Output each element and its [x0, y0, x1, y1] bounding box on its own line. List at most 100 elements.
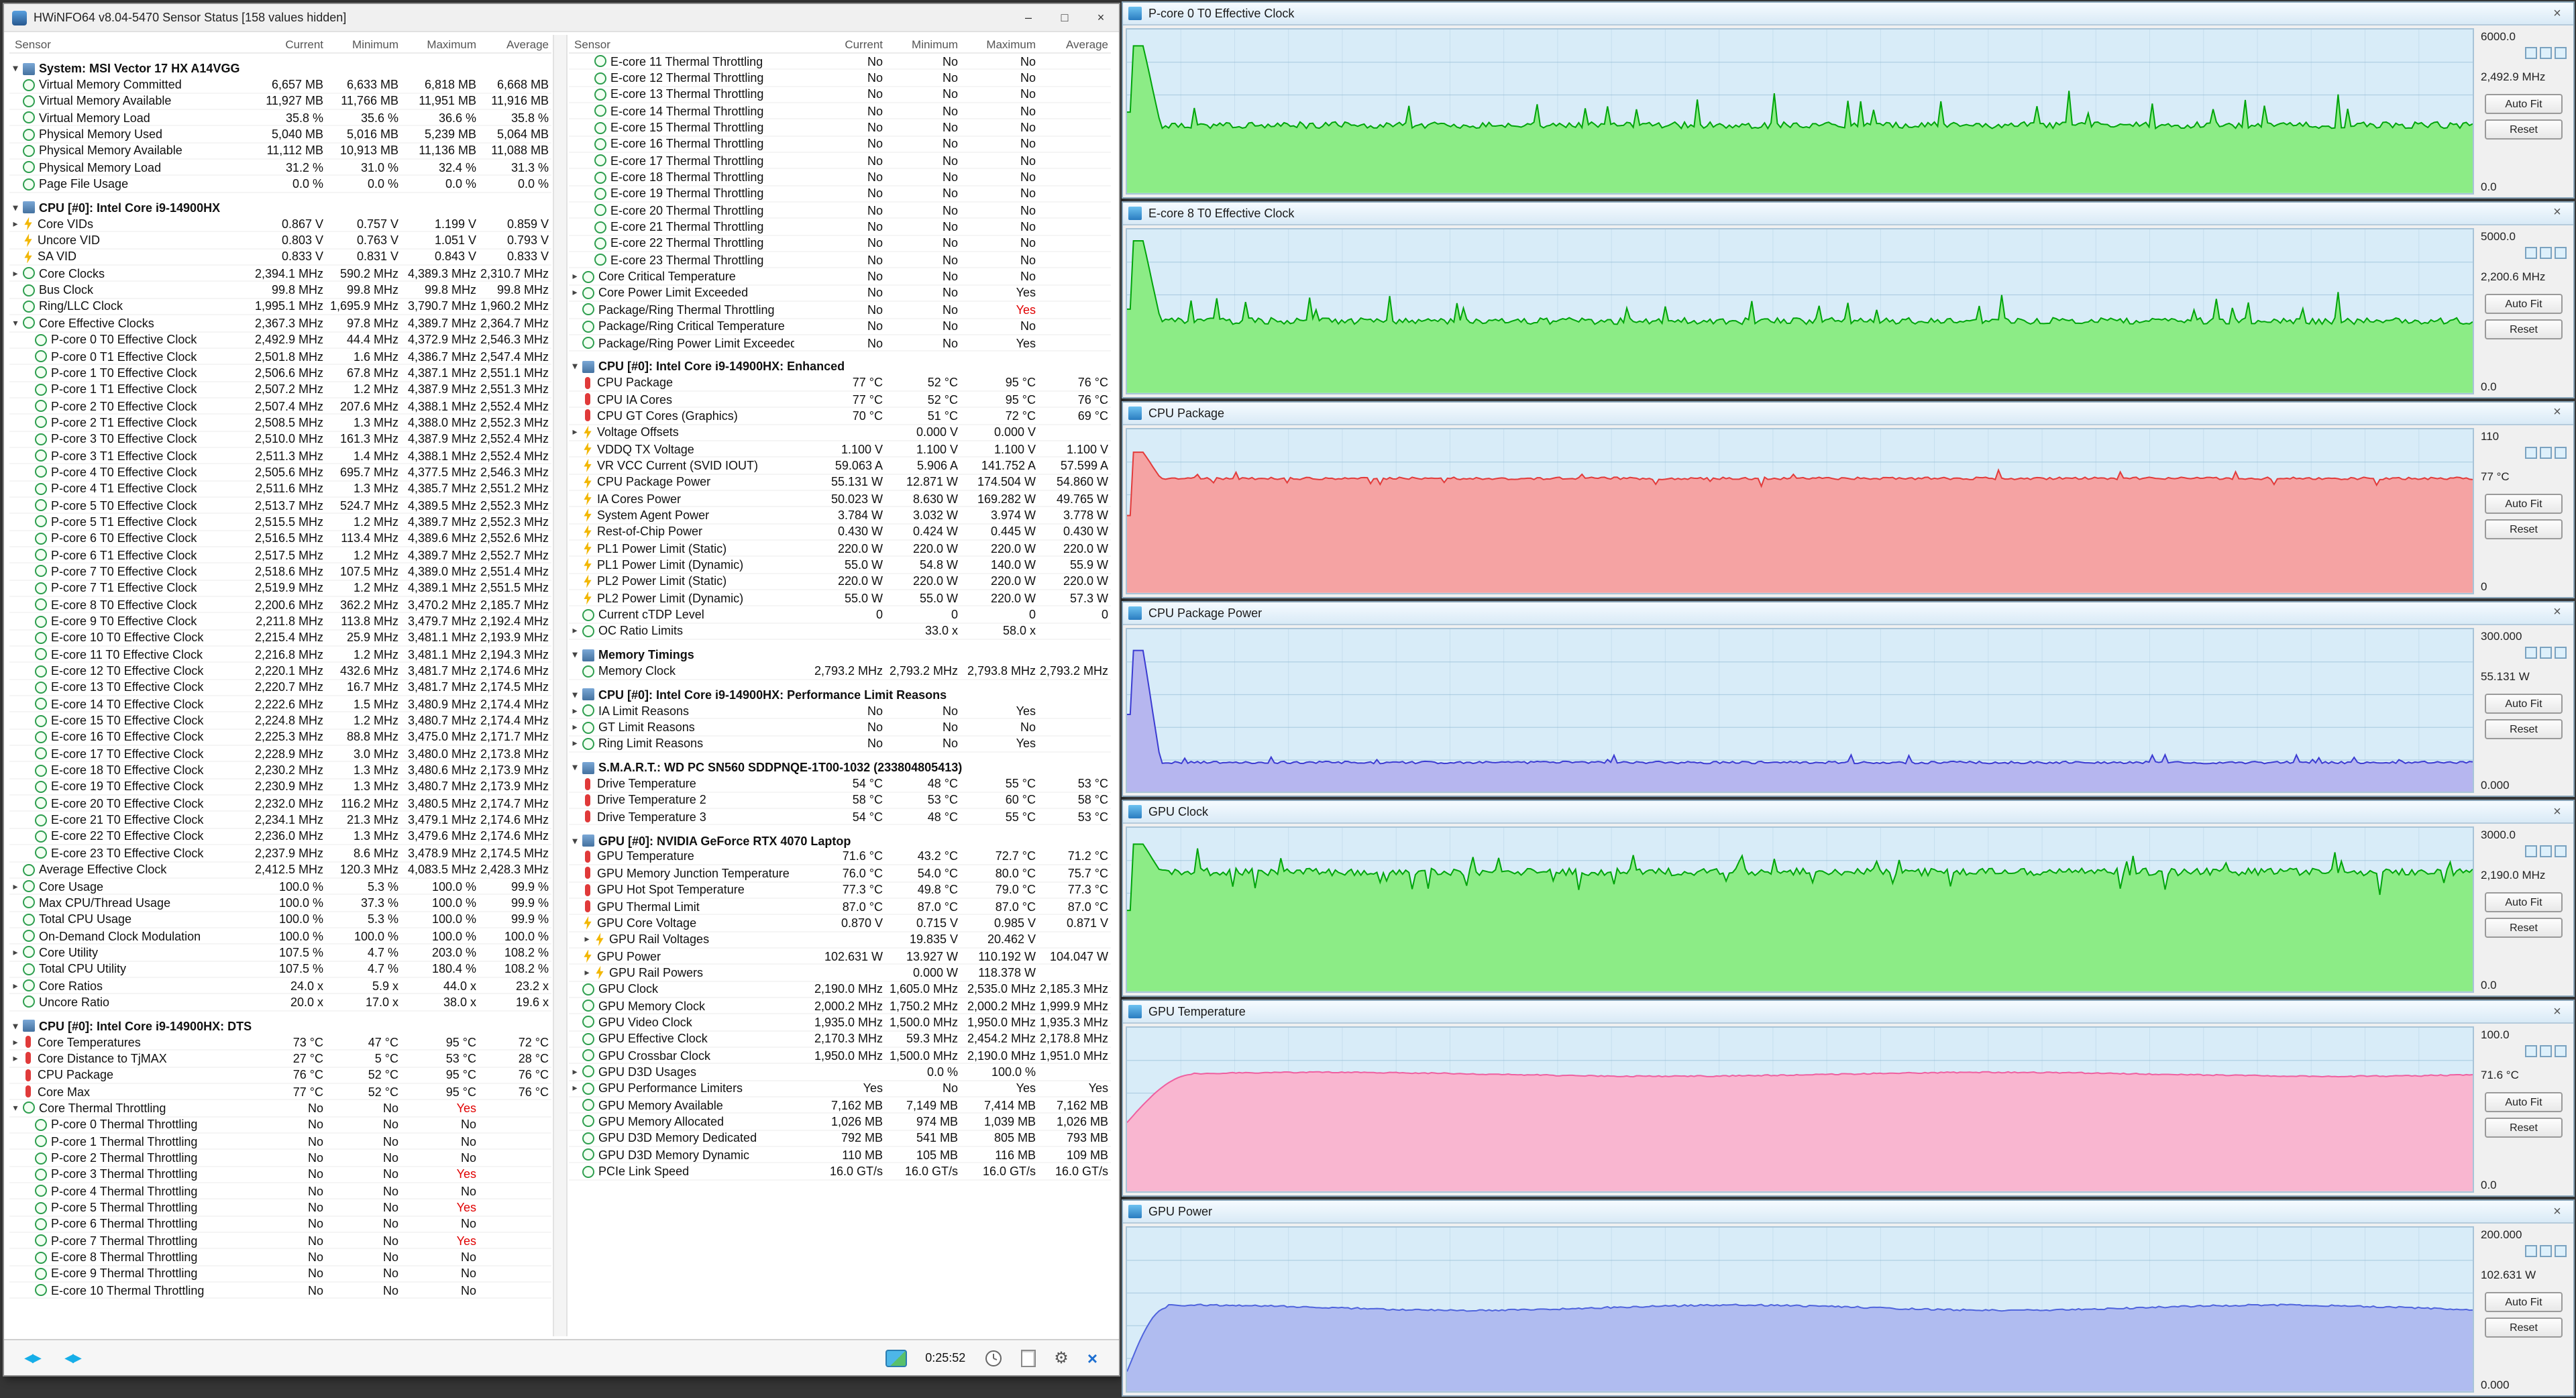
sensor-row[interactable]: E-core 13 T0 Effective Clock 2,220.7 MHz 1…: [9, 680, 551, 697]
sensor-row[interactable]: E-core 9 Thermal Throttling No No No: [9, 1267, 551, 1283]
expand-icon[interactable]: ▸: [569, 739, 581, 749]
sensor-row[interactable]: On-Demand Clock Modulation 100.0 % 100.0 %…: [9, 928, 551, 945]
sensor-row[interactable]: E-core 13 Thermal Throttling No No No: [569, 87, 1111, 104]
sensor-row[interactable]: ▸ Core Temperatures 73 °C 47 °C 95 °C 72 °C: [9, 1034, 551, 1051]
sensor-row[interactable]: E-core 10 T0 Effective Clock 2,215.4 MHz 2…: [9, 630, 551, 647]
sensor-row[interactable]: E-core 17 Thermal Throttling No No No: [569, 153, 1111, 170]
reset-button[interactable]: Reset: [2485, 718, 2563, 739]
auto-fit-button[interactable]: Auto Fit: [2485, 693, 2563, 714]
graph-close-icon[interactable]: ×: [2546, 1204, 2568, 1219]
sensor-row[interactable]: Virtual Memory Available 11,927 MB 11,766 …: [9, 93, 551, 111]
reset-button[interactable]: Reset: [2485, 1318, 2563, 1338]
panel-scrollbar[interactable]: [553, 35, 568, 1336]
sensor-row[interactable]: E-core 15 Thermal Throttling No No No: [569, 120, 1111, 137]
sensor-row[interactable]: PL2 Power Limit (Dynamic) 55.0 W 55.0 W 220…: [569, 590, 1111, 607]
sensor-row[interactable]: P-core 1 T0 Effective Clock 2,506.6 MHz 67…: [9, 365, 551, 382]
reset-button[interactable]: Reset: [2485, 918, 2563, 938]
sensor-row[interactable]: Uncore Ratio 20.0 x 17.0 x 38.0 x 19.6 x: [9, 995, 551, 1012]
sensor-row[interactable]: ▸ Voltage Offsets 0.000 V 0.000 V: [569, 425, 1111, 441]
sensor-section-header[interactable]: ▾ Memory Timings: [569, 647, 1111, 663]
sensor-row[interactable]: E-core 19 Thermal Throttling No No No: [569, 186, 1111, 203]
sensor-section-header[interactable]: ▾ GPU [#0]: NVIDIA GeForce RTX 4070 Lapto…: [569, 832, 1111, 849]
window-titlebar[interactable]: HWiNFO64 v8.04-5470 Sensor Status [158 v…: [4, 4, 1119, 32]
sensor-row[interactable]: GPU D3D Memory Dedicated 792 MB 541 MB 805 …: [569, 1130, 1111, 1147]
sensor-row[interactable]: P-core 0 T1 Effective Clock 2,501.8 MHz 1.…: [9, 349, 551, 366]
sensor-row[interactable]: P-core 4 T1 Effective Clock 2,511.6 MHz 1.…: [9, 481, 551, 498]
scroll-right-icon[interactable]: ◀▶: [58, 1347, 87, 1368]
sensor-row[interactable]: P-core 3 T0 Effective Clock 2,510.0 MHz 16…: [9, 431, 551, 448]
sensor-row[interactable]: GPU Temperature 71.6 °C 43.2 °C 72.7 °C 71.2…: [569, 849, 1111, 866]
expand-icon[interactable]: ▸: [569, 626, 581, 637]
sensor-row[interactable]: E-core 9 T0 Effective Clock 2,211.8 MHz 11…: [9, 614, 551, 631]
sensor-row[interactable]: Drive Temperature 3 54 °C 48 °C 55 °C 53 °C: [569, 809, 1111, 826]
sensor-row[interactable]: P-core 1 Thermal Throttling No No No: [9, 1134, 551, 1150]
sensor-row[interactable]: E-core 20 T0 Effective Clock 2,232.0 MHz 1…: [9, 796, 551, 812]
sensor-row[interactable]: P-core 3 Thermal Throttling No No Yes: [9, 1167, 551, 1184]
sensor-row[interactable]: ▸ Core Ratios 24.0 x 5.9 x 44.0 x 23.2 x: [9, 978, 551, 995]
sensor-row[interactable]: E-core 23 Thermal Throttling No No No: [569, 252, 1111, 269]
collapse-icon[interactable]: ▾: [569, 763, 581, 773]
sensor-row[interactable]: GPU D3D Memory Dynamic 110 MB 105 MB 116 MB…: [569, 1147, 1111, 1164]
sensor-row[interactable]: P-core 2 T1 Effective Clock 2,508.5 MHz 1.…: [9, 415, 551, 432]
expand-icon[interactable]: ▸: [569, 722, 581, 733]
auto-fit-button[interactable]: Auto Fit: [2485, 892, 2563, 913]
graph-close-icon[interactable]: ×: [2546, 605, 2568, 620]
sensor-row[interactable]: E-core 11 T0 Effective Clock 2,216.8 MHz 1…: [9, 647, 551, 663]
expand-icon[interactable]: ▸: [569, 705, 581, 716]
sensor-row[interactable]: GPU Clock 2,190.0 MHz 1,605.0 MHz 2,535.0 M…: [569, 981, 1111, 998]
graph-mini-buttons[interactable]: [2481, 1045, 2567, 1058]
sensor-row[interactable]: E-core 14 T0 Effective Clock 2,222.6 MHz 1…: [9, 696, 551, 713]
sensor-section-header[interactable]: ▾ CPU [#0]: Intel Core i9-14900HX: DTS: [9, 1018, 551, 1034]
sensor-row[interactable]: Page File Usage 0.0 % 0.0 % 0.0 % 0.0 %: [9, 176, 551, 193]
sensor-row[interactable]: ▸ Core Power Limit Exceeded No No Yes: [569, 286, 1111, 303]
graph-mini-buttons[interactable]: [2481, 246, 2567, 259]
sensor-row[interactable]: ▾ Core Thermal Throttling No No Yes: [9, 1101, 551, 1118]
sensor-row[interactable]: ▸ OC Ratio Limits 33.0 x 58.0 x: [569, 623, 1111, 641]
auto-fit-button[interactable]: Auto Fit: [2485, 493, 2563, 514]
sensor-row[interactable]: P-core 1 T1 Effective Clock 2,507.2 MHz 1.…: [9, 382, 551, 398]
sensor-row[interactable]: ▸ IA Limit Reasons No No Yes: [569, 703, 1111, 720]
sensor-row[interactable]: PCIe Link Speed 16.0 GT/s 16.0 GT/s 16.0 GT…: [569, 1164, 1111, 1181]
sensor-section-header[interactable]: ▾ S.M.A.R.T.: WD PC SN560 SDDPNQE-1T00-10…: [569, 759, 1111, 776]
sensor-row[interactable]: P-core 7 T0 Effective Clock 2,518.6 MHz 10…: [9, 564, 551, 581]
sensor-row[interactable]: E-core 12 T0 Effective Clock 2,220.1 MHz 4…: [9, 663, 551, 680]
sensor-row[interactable]: Memory Clock 2,793.2 MHz 2,793.2 MHz 2,793.…: [569, 663, 1111, 680]
sensor-row[interactable]: E-core 16 T0 Effective Clock 2,225.3 MHz 8…: [9, 730, 551, 747]
sensor-row[interactable]: E-core 23 T0 Effective Clock 2,237.9 MHz 8…: [9, 845, 551, 862]
sensor-row[interactable]: E-core 21 T0 Effective Clock 2,234.1 MHz 2…: [9, 812, 551, 829]
collapse-icon[interactable]: ▾: [9, 203, 21, 213]
sensor-row[interactable]: Physical Memory Available 11,112 MB 10,913…: [9, 143, 551, 160]
sensor-row[interactable]: P-core 4 T0 Effective Clock 2,505.6 MHz 69…: [9, 465, 551, 482]
graph-close-icon[interactable]: ×: [2546, 805, 2568, 820]
sensor-row[interactable]: PL2 Power Limit (Static) 220.0 W 220.0 W 22…: [569, 574, 1111, 590]
sensor-row[interactable]: VDDQ TX Voltage 1.100 V 1.100 V 1.100 V 1.10…: [569, 441, 1111, 458]
sensor-row[interactable]: Package/Ring Power Limit Exceeded No No Yes: [569, 335, 1111, 352]
auto-fit-button[interactable]: Auto Fit: [2485, 94, 2563, 114]
sensor-row[interactable]: GPU Power 102.631 W 13.927 W 110.192 W 104.0…: [569, 949, 1111, 965]
sensor-row[interactable]: P-core 5 T0 Effective Clock 2,513.7 MHz 52…: [9, 498, 551, 515]
sensor-row[interactable]: P-core 5 T1 Effective Clock 2,515.5 MHz 1.…: [9, 515, 551, 531]
sensor-row[interactable]: VR VCC Current (SVID IOUT) 59.063 A 5.906 …: [569, 458, 1111, 475]
sensor-row[interactable]: CPU Package 77 °C 52 °C 95 °C 76 °C: [569, 375, 1111, 392]
sensor-row[interactable]: GPU Video Clock 1,935.0 MHz 1,500.0 MHz 1,9…: [569, 1015, 1111, 1032]
sensor-row[interactable]: Physical Memory Used 5,040 MB 5,016 MB 5,23…: [9, 127, 551, 144]
graph-mini-buttons[interactable]: [2481, 1245, 2567, 1258]
sensor-row[interactable]: Core Max 77 °C 52 °C 95 °C 76 °C: [9, 1084, 551, 1101]
expand-icon[interactable]: ▸: [581, 967, 593, 978]
graph-titlebar[interactable]: GPU Temperature ×: [1123, 1001, 2573, 1024]
expand-icon[interactable]: ▸: [9, 947, 21, 958]
sensor-row[interactable]: P-core 2 Thermal Throttling No No No: [9, 1150, 551, 1167]
expand-icon[interactable]: ▾: [9, 1103, 21, 1114]
sensor-row[interactable]: GPU Effective Clock 2,170.3 MHz 59.3 MHz 2,…: [569, 1031, 1111, 1048]
sensor-row[interactable]: Physical Memory Load 31.2 % 31.0 % 32.4 % 31…: [9, 160, 551, 176]
sensor-row[interactable]: E-core 20 Thermal Throttling No No No: [569, 203, 1111, 219]
auto-fit-button[interactable]: Auto Fit: [2485, 1092, 2563, 1113]
scroll-left-icon[interactable]: ◀▶: [17, 1347, 47, 1368]
sensor-row[interactable]: GPU Memory Junction Temperature 76.0 °C 54…: [569, 865, 1111, 882]
sensor-row[interactable]: ▸ Ring Limit Reasons No No Yes: [569, 737, 1111, 753]
graph-mini-buttons[interactable]: [2481, 646, 2567, 659]
sensor-row[interactable]: ▸ Core Distance to TjMAX 27 °C 5 °C 53 °C 28 …: [9, 1051, 551, 1068]
graph-titlebar[interactable]: CPU Package ×: [1123, 402, 2573, 425]
sensor-row[interactable]: E-core 22 Thermal Throttling No No No: [569, 236, 1111, 253]
sensor-row[interactable]: P-core 3 T1 Effective Clock 2,511.3 MHz 1.…: [9, 448, 551, 465]
